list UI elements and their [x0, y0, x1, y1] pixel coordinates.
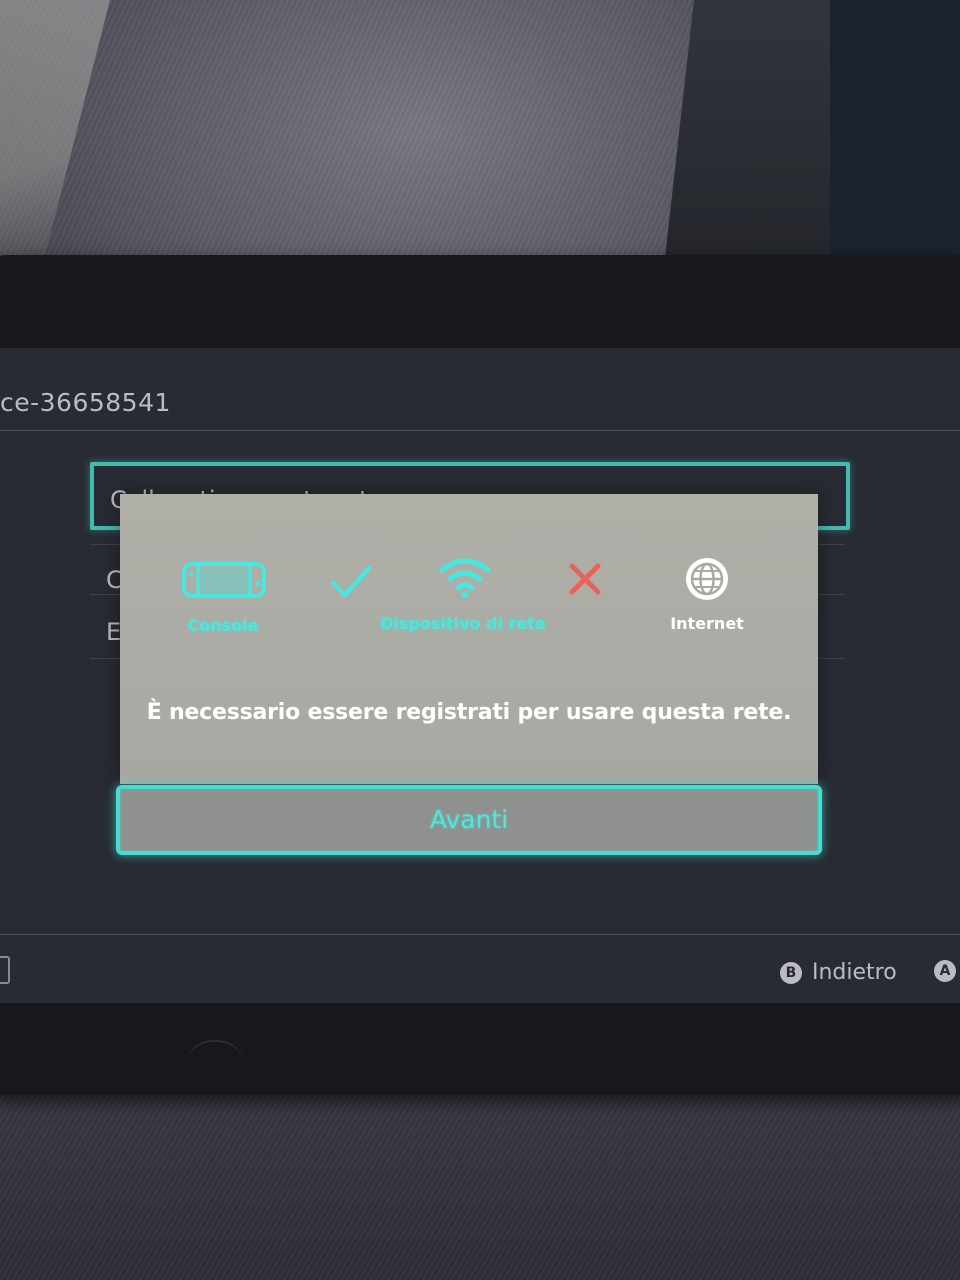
wifi-icon — [439, 558, 491, 599]
next-button[interactable]: Avanti — [116, 785, 822, 855]
cross-icon — [569, 563, 601, 595]
dialog-message: È necessario essere registrati per usare… — [146, 700, 792, 725]
internet-label: Internet — [670, 614, 744, 633]
lap-fabric — [0, 1090, 960, 1280]
network-device-label: Dispositivo di rete — [380, 614, 546, 633]
connection-status-row: Console Dispositivo di rete Internet — [120, 552, 818, 642]
dark-fabric — [830, 0, 960, 260]
checkmark-icon — [330, 565, 372, 598]
connection-test-dialog: Console Dispositivo di rete Internet È n… — [120, 494, 818, 784]
console-label: Console — [187, 616, 259, 635]
globe-icon — [686, 558, 728, 600]
console-icon — [182, 562, 266, 598]
